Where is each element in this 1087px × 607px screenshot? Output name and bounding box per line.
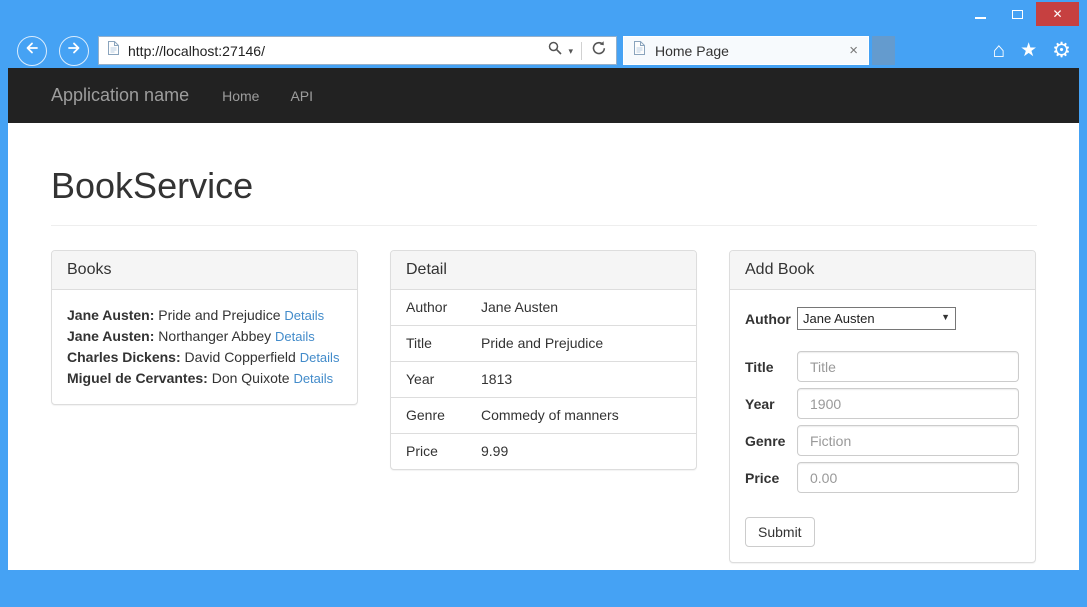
books-panel: Books Jane Austen Pride and Prejudice De… xyxy=(51,250,358,405)
app-navbar: Application name Home API xyxy=(8,68,1079,123)
settings-gear-icon[interactable]: ⚙ xyxy=(1052,40,1071,61)
minimize-icon xyxy=(975,17,986,19)
main-container: BookService Books Jane Austen Pride and … xyxy=(8,165,1079,563)
new-tab-button[interactable] xyxy=(872,36,895,65)
table-row: Year 1813 xyxy=(391,362,696,398)
close-button[interactable]: ✕ xyxy=(1036,2,1079,26)
book-item: Jane Austen Pride and Prejudice Details xyxy=(67,305,342,326)
detail-label: Price xyxy=(391,434,473,470)
year-field[interactable] xyxy=(797,388,1019,419)
nav-link-home[interactable]: Home xyxy=(222,88,259,104)
tab-title: Home Page xyxy=(655,43,847,59)
price-form-row: Price xyxy=(745,462,1020,493)
forward-arrow-icon xyxy=(66,40,82,61)
refresh-icon xyxy=(591,40,607,61)
close-icon: ✕ xyxy=(1052,7,1062,21)
price-label: Price xyxy=(745,470,797,486)
search-button[interactable] xyxy=(542,40,568,61)
add-book-panel-heading: Add Book xyxy=(730,251,1035,290)
title-label: Title xyxy=(745,359,797,375)
detail-value: Jane Austen xyxy=(473,290,696,326)
author-label: Author xyxy=(745,311,797,327)
search-icon xyxy=(547,40,563,61)
table-row: Genre Commedy of manners xyxy=(391,398,696,434)
detail-label: Year xyxy=(391,362,473,398)
book-details-link[interactable]: Details xyxy=(300,350,340,365)
book-details-link[interactable]: Details xyxy=(284,308,324,323)
genre-field[interactable] xyxy=(797,425,1019,456)
page-icon xyxy=(106,40,121,61)
book-author: Jane Austen xyxy=(67,307,154,323)
book-title: Northanger Abbey xyxy=(158,328,271,344)
favorites-star-icon[interactable]: ★ xyxy=(1020,41,1037,60)
book-item: Charles Dickens David Copperfield Detail… xyxy=(67,347,342,368)
title-form-row: Title xyxy=(745,351,1020,382)
back-button[interactable] xyxy=(17,36,47,66)
browser-frame-icons: ⌂ ★ ⚙ xyxy=(992,33,1071,68)
genre-label: Genre xyxy=(745,433,797,449)
book-details-link[interactable]: Details xyxy=(293,371,333,386)
browser-window: ✕ http://localhost:27146/ ▾ xyxy=(0,0,1087,607)
browser-tab-home-page[interactable]: Home Page × xyxy=(623,36,869,65)
detail-label: Author xyxy=(391,290,473,326)
address-bar[interactable]: http://localhost:27146/ ▾ xyxy=(98,36,617,65)
book-details-link[interactable]: Details xyxy=(275,329,315,344)
maximize-icon xyxy=(1012,10,1023,19)
page-title: BookService xyxy=(51,165,1037,207)
detail-table: Author Jane Austen Title Pride and Preju… xyxy=(391,290,696,469)
panels-row: Books Jane Austen Pride and Prejudice De… xyxy=(51,250,1037,563)
detail-value: Commedy of manners xyxy=(473,398,696,434)
book-title: David Copperfield xyxy=(185,349,296,365)
table-row: Author Jane Austen xyxy=(391,290,696,326)
book-author: Miguel de Cervantes xyxy=(67,370,208,386)
detail-label: Genre xyxy=(391,398,473,434)
window-controls: ✕ xyxy=(962,2,1079,26)
detail-value: 1813 xyxy=(473,362,696,398)
author-form-row: Author Jane Austen ▼ xyxy=(745,307,1020,330)
add-book-panel: Add Book Author Jane Austen ▼ xyxy=(729,250,1036,563)
genre-form-row: Genre xyxy=(745,425,1020,456)
books-panel-heading: Books xyxy=(52,251,357,290)
table-row: Title Pride and Prejudice xyxy=(391,326,696,362)
detail-label: Title xyxy=(391,326,473,362)
window-titlebar[interactable]: ✕ xyxy=(0,0,1087,33)
price-field[interactable] xyxy=(797,462,1019,493)
detail-panel-heading: Detail xyxy=(391,251,696,290)
home-icon[interactable]: ⌂ xyxy=(992,40,1005,61)
minimize-button[interactable] xyxy=(962,2,999,26)
author-select[interactable]: Jane Austen xyxy=(797,307,956,330)
tab-page-icon xyxy=(632,40,647,61)
year-label: Year xyxy=(745,396,797,412)
browser-navigation-bar: http://localhost:27146/ ▾ Home Page × xyxy=(0,33,1087,68)
book-item: Jane Austen Northanger Abbey Details xyxy=(67,326,342,347)
books-panel-body: Jane Austen Pride and Prejudice Details … xyxy=(52,290,357,404)
maximize-button[interactable] xyxy=(999,2,1036,26)
detail-panel: Detail Author Jane Austen Title Pride an… xyxy=(390,250,697,470)
search-dropdown-caret-icon[interactable]: ▾ xyxy=(568,46,573,57)
detail-value: Pride and Prejudice xyxy=(473,326,696,362)
table-row: Price 9.99 xyxy=(391,434,696,470)
divider xyxy=(51,225,1037,226)
author-select-wrap: Jane Austen ▼ xyxy=(797,307,956,330)
book-author: Charles Dickens xyxy=(67,349,181,365)
book-title: Pride and Prejudice xyxy=(158,307,280,323)
submit-button[interactable]: Submit xyxy=(745,517,815,547)
year-form-row: Year xyxy=(745,388,1020,419)
tab-close-icon[interactable]: × xyxy=(847,42,860,59)
url-text[interactable]: http://localhost:27146/ xyxy=(128,43,542,59)
navbar-brand[interactable]: Application name xyxy=(51,85,189,106)
page-content: Application name Home API BookService Bo… xyxy=(8,68,1079,570)
back-arrow-icon xyxy=(24,40,40,61)
refresh-button[interactable] xyxy=(586,40,612,61)
book-title: Don Quixote xyxy=(212,370,290,386)
title-field[interactable] xyxy=(797,351,1019,382)
book-author: Jane Austen xyxy=(67,328,154,344)
address-bar-divider xyxy=(581,42,582,60)
nav-link-api[interactable]: API xyxy=(290,88,313,104)
forward-button[interactable] xyxy=(59,36,89,66)
detail-value: 9.99 xyxy=(473,434,696,470)
book-item: Miguel de Cervantes Don Quixote Details xyxy=(67,368,342,389)
add-book-form: Author Jane Austen ▼ Title xyxy=(730,290,1035,562)
